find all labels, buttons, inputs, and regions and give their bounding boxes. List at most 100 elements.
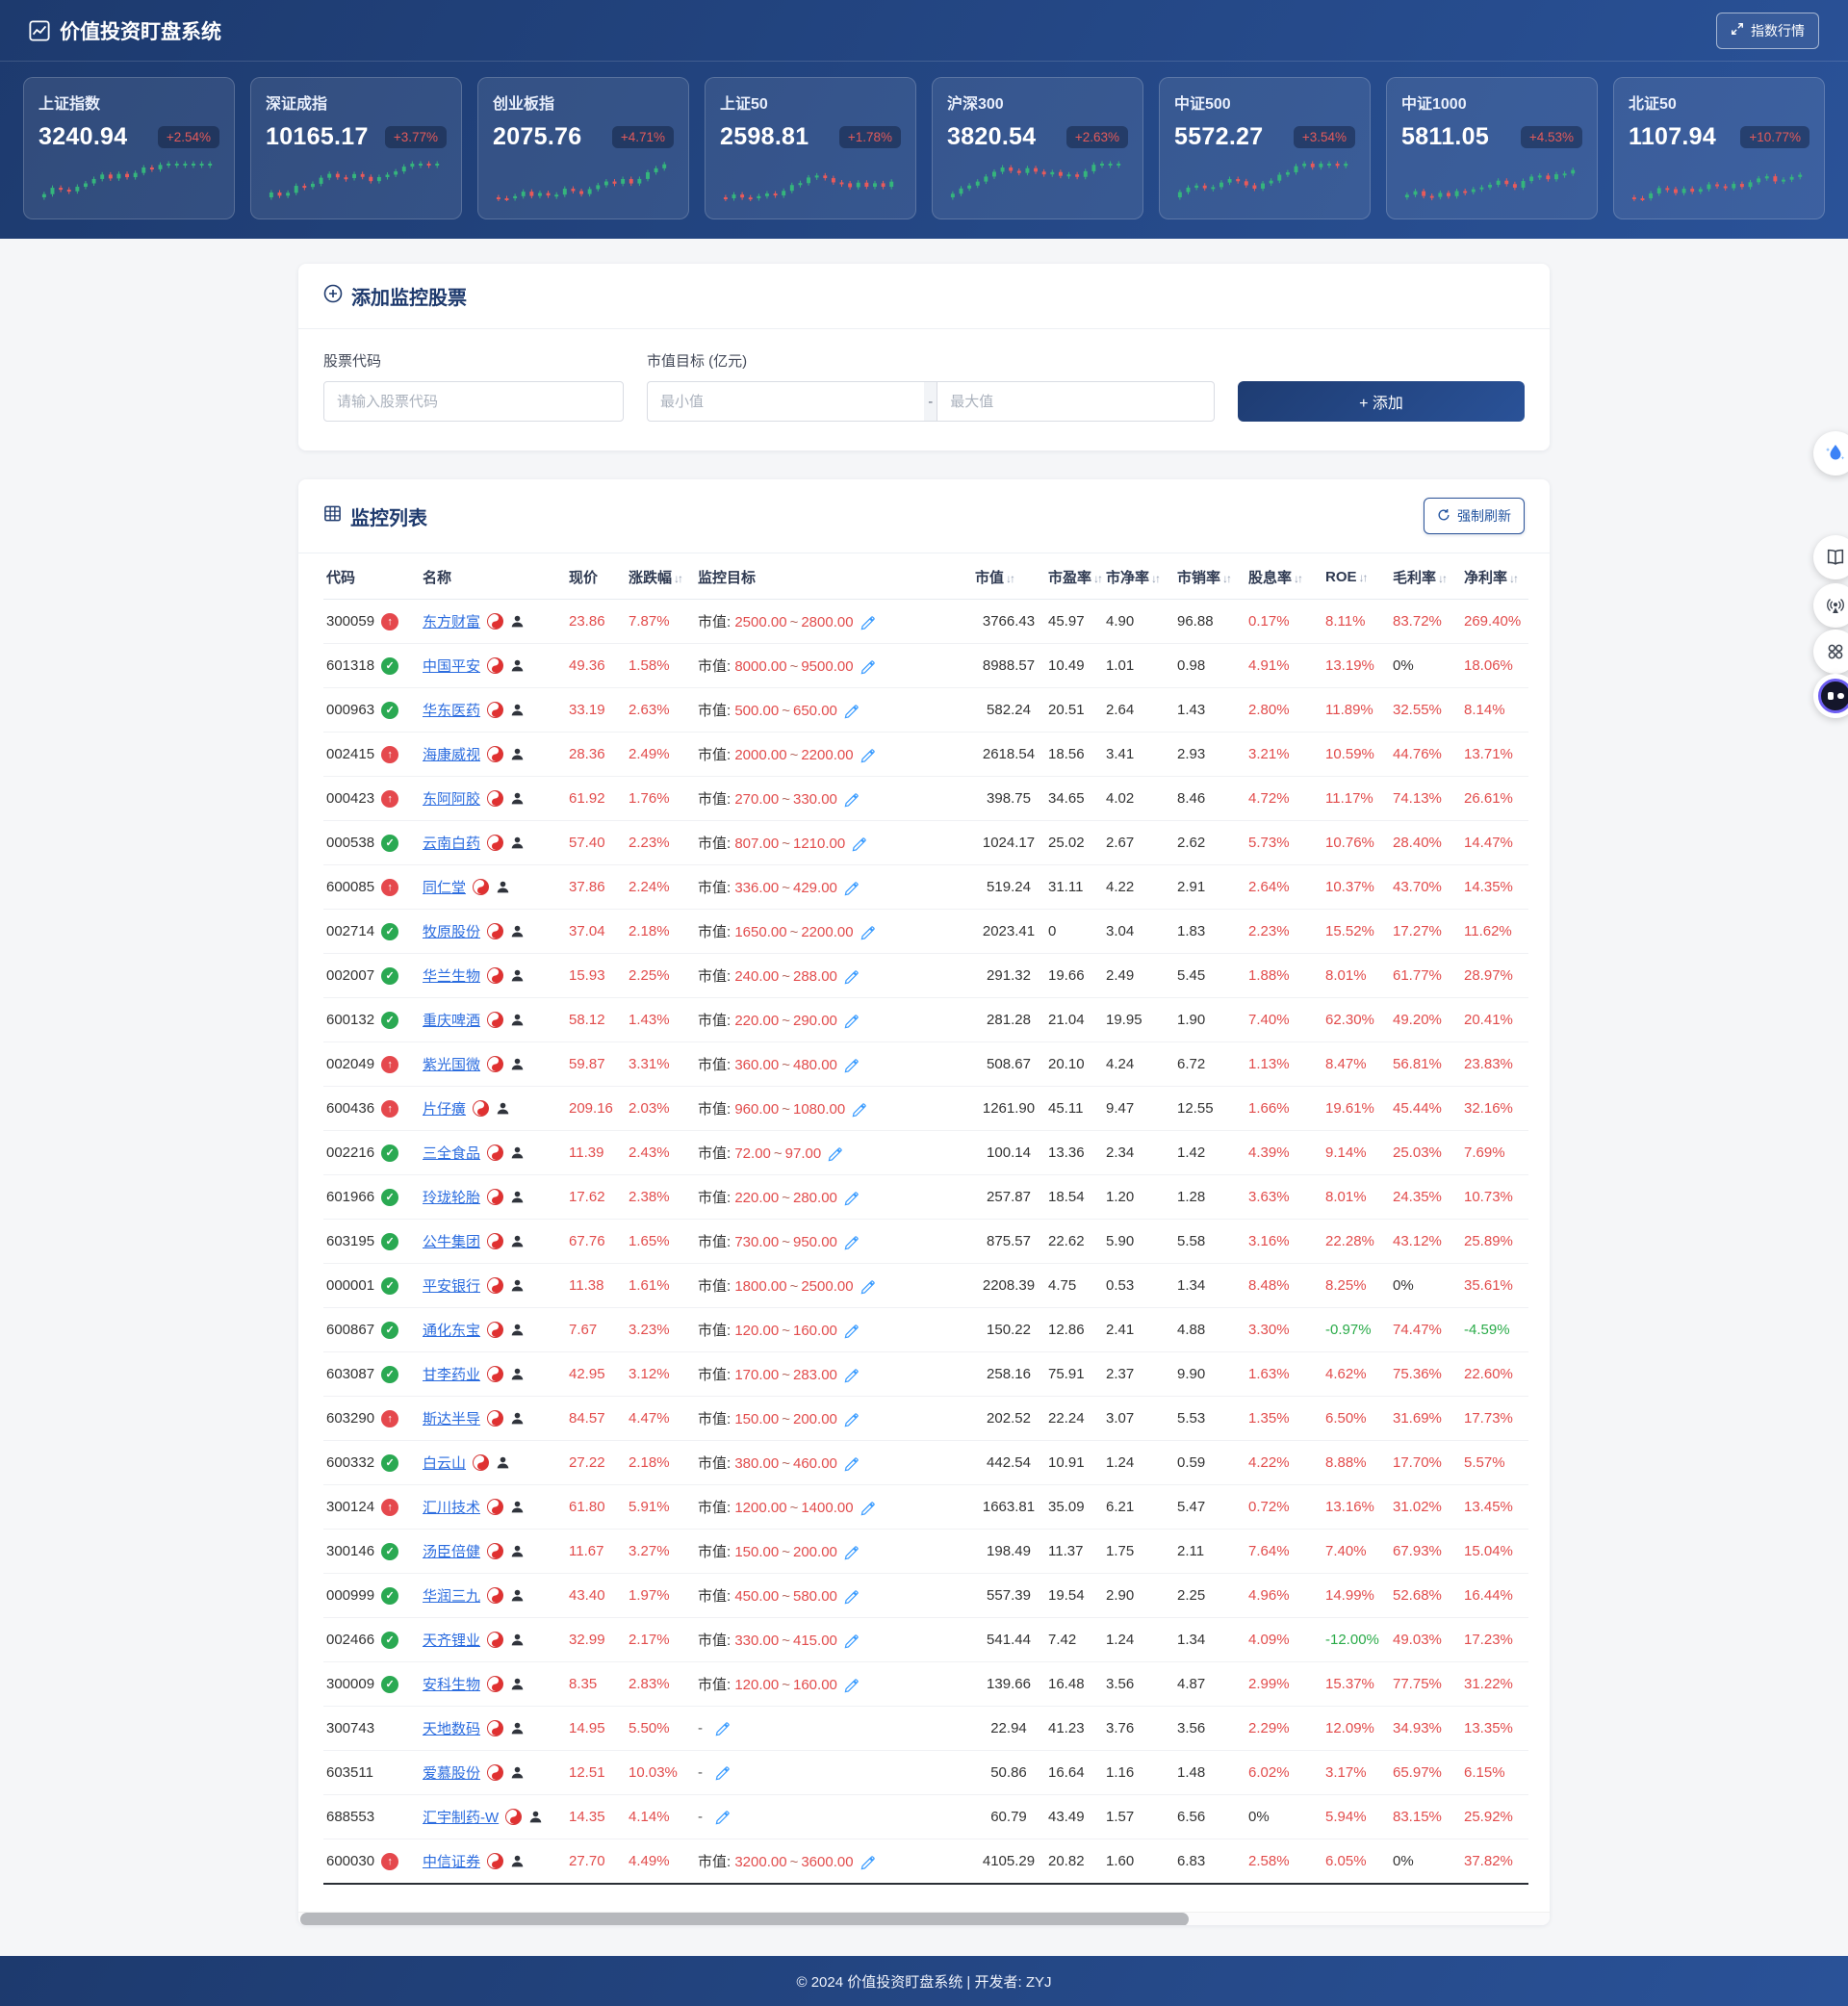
holder-person-icon[interactable] — [510, 1190, 525, 1204]
holder-person-icon[interactable] — [510, 658, 525, 673]
stock-name-link[interactable]: 平安银行 — [423, 1275, 480, 1296]
podcast-widget[interactable] — [1813, 583, 1848, 628]
taiji-chart-icon[interactable] — [487, 657, 503, 674]
edit-target-icon[interactable] — [844, 1059, 859, 1073]
sort-icon[interactable]: ↓↑ — [1151, 572, 1159, 585]
horizontal-scrollbar-thumb[interactable] — [300, 1913, 1189, 1925]
sort-icon[interactable]: ↓↑ — [1509, 572, 1517, 585]
taiji-chart-icon[interactable] — [487, 702, 503, 718]
taiji-chart-icon[interactable] — [487, 1144, 503, 1161]
holder-person-icon[interactable] — [510, 1145, 525, 1160]
column-header-毛利率[interactable]: 毛利率↓↑ — [1390, 553, 1461, 600]
edit-target-icon[interactable] — [844, 970, 859, 985]
sort-icon[interactable]: ↓↑ — [1093, 572, 1101, 585]
water-drop-widget[interactable] — [1813, 431, 1848, 476]
apps-widget[interactable] — [1813, 630, 1848, 674]
column-header-ROE[interactable]: ROE↓↑ — [1322, 553, 1390, 600]
edit-target-icon[interactable] — [828, 1147, 842, 1162]
holder-person-icon[interactable] — [510, 1500, 525, 1514]
taiji-chart-icon[interactable] — [487, 1012, 503, 1028]
taiji-chart-icon[interactable] — [487, 835, 503, 851]
edit-target-icon[interactable] — [844, 1634, 859, 1649]
taiji-chart-icon[interactable] — [487, 1322, 503, 1338]
stock-name-link[interactable]: 东阿阿胶 — [423, 788, 480, 809]
index-card[interactable]: 北证50 1107.94 +10.77% — [1613, 77, 1825, 219]
holder-person-icon[interactable] — [510, 1677, 525, 1691]
column-header-市盈率[interactable]: 市盈率↓↑ — [1045, 553, 1103, 600]
taiji-chart-icon[interactable] — [487, 1720, 503, 1736]
taiji-chart-icon[interactable] — [487, 790, 503, 807]
column-header-市值[interactable]: 市值↓↑ — [972, 553, 1045, 600]
edit-target-icon[interactable] — [844, 1324, 859, 1339]
edit-target-icon[interactable] — [860, 616, 875, 630]
index-card[interactable]: 中证500 5572.27 +3.54% — [1159, 77, 1371, 219]
edit-target-icon[interactable] — [715, 1766, 730, 1781]
holder-person-icon[interactable] — [496, 1455, 510, 1470]
stock-name-link[interactable]: 安科生物 — [423, 1674, 480, 1694]
holder-person-icon[interactable] — [510, 1633, 525, 1647]
holder-person-icon[interactable] — [510, 1323, 525, 1337]
stock-name-link[interactable]: 重庆啤酒 — [423, 1010, 480, 1030]
holder-person-icon[interactable] — [510, 1057, 525, 1071]
stock-name-link[interactable]: 爱慕股份 — [423, 1762, 480, 1783]
stock-name-link[interactable]: 云南白药 — [423, 833, 480, 853]
edit-target-icon[interactable] — [860, 660, 875, 675]
holder-person-icon[interactable] — [510, 1013, 525, 1027]
stock-name-link[interactable]: 天地数码 — [423, 1718, 480, 1738]
sort-icon[interactable]: ↓↑ — [1222, 572, 1230, 585]
holder-person-icon[interactable] — [510, 836, 525, 850]
sort-icon[interactable]: ↓↑ — [1006, 572, 1014, 585]
edit-target-icon[interactable] — [844, 1015, 859, 1029]
holder-person-icon[interactable] — [528, 1810, 543, 1824]
edit-target-icon[interactable] — [860, 1856, 875, 1870]
stock-name-link[interactable]: 海康威视 — [423, 744, 480, 764]
stock-name-link[interactable]: 公牛集团 — [423, 1231, 480, 1251]
stock-name-link[interactable]: 中国平安 — [423, 656, 480, 676]
holder-person-icon[interactable] — [510, 1367, 525, 1381]
edit-target-icon[interactable] — [860, 1502, 875, 1516]
edit-target-icon[interactable] — [844, 1236, 859, 1250]
taiji-chart-icon[interactable] — [487, 1499, 503, 1515]
ai-assistant-widget[interactable] — [1813, 674, 1848, 718]
taiji-chart-icon[interactable] — [487, 1543, 503, 1559]
holder-person-icon[interactable] — [510, 703, 525, 717]
edit-target-icon[interactable] — [844, 1457, 859, 1472]
edit-target-icon[interactable] — [852, 837, 866, 852]
holder-person-icon[interactable] — [510, 747, 525, 761]
taiji-chart-icon[interactable] — [487, 1189, 503, 1205]
water-drop-icon[interactable] — [1813, 431, 1848, 476]
column-header-市销率[interactable]: 市销率↓↑ — [1174, 553, 1245, 600]
index-card[interactable]: 沪深300 3820.54 +2.63% — [932, 77, 1143, 219]
edit-target-icon[interactable] — [844, 1413, 859, 1427]
holder-person-icon[interactable] — [510, 1411, 525, 1426]
index-card[interactable]: 深证成指 10165.17 +3.77% — [250, 77, 462, 219]
taiji-chart-icon[interactable] — [487, 746, 503, 762]
edit-target-icon[interactable] — [715, 1722, 730, 1736]
index-card[interactable]: 上证50 2598.81 +1.78% — [705, 77, 916, 219]
robot-face-icon[interactable] — [1813, 674, 1848, 718]
stock-name-link[interactable]: 通化东宝 — [423, 1320, 480, 1340]
stock-name-link[interactable]: 片仔癀 — [423, 1098, 466, 1119]
apps-grid-icon[interactable] — [1813, 630, 1848, 674]
book-widget[interactable] — [1813, 535, 1848, 579]
column-header-股息率[interactable]: 股息率↓↑ — [1245, 553, 1322, 600]
edit-target-icon[interactable] — [844, 882, 859, 896]
edit-target-icon[interactable] — [844, 1369, 859, 1383]
stock-name-link[interactable]: 汇宇制药-W — [423, 1807, 499, 1827]
stock-name-link[interactable]: 斯达半导 — [423, 1408, 480, 1428]
broadcast-icon[interactable] — [1813, 583, 1848, 628]
holder-person-icon[interactable] — [510, 1765, 525, 1780]
taiji-chart-icon[interactable] — [473, 1100, 489, 1117]
edit-target-icon[interactable] — [860, 926, 875, 940]
taiji-chart-icon[interactable] — [487, 1632, 503, 1648]
stock-name-link[interactable]: 三全食品 — [423, 1143, 480, 1163]
edit-target-icon[interactable] — [844, 793, 859, 808]
taiji-chart-icon[interactable] — [487, 923, 503, 939]
stock-name-link[interactable]: 汇川技术 — [423, 1497, 480, 1517]
taiji-chart-icon[interactable] — [487, 1277, 503, 1294]
holder-person-icon[interactable] — [510, 1278, 525, 1293]
stock-name-link[interactable]: 华东医药 — [423, 700, 480, 720]
index-quotes-button[interactable]: 指数行情 — [1716, 13, 1819, 49]
edit-target-icon[interactable] — [860, 749, 875, 763]
taiji-chart-icon[interactable] — [505, 1809, 522, 1825]
